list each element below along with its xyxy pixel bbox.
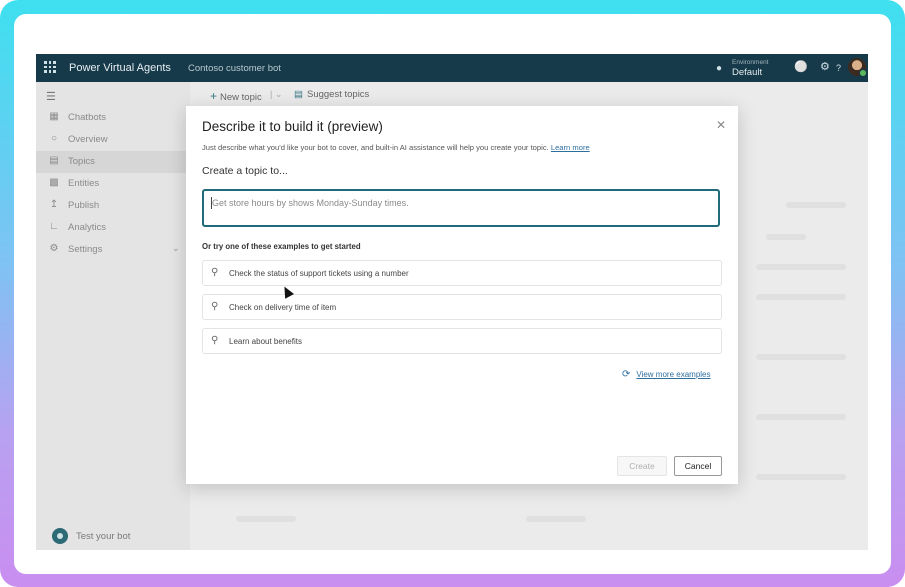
view-more-examples-link[interactable]: ⟳ View more examples: [622, 369, 711, 380]
sidebar-item-label: Topics: [68, 156, 95, 167]
dialog-title: Describe it to build it (preview): [202, 119, 383, 134]
chatbots-icon: ▦: [49, 111, 59, 122]
describe-topic-dialog: Describe it to build it (preview) ✕ Just…: [186, 106, 738, 484]
chat-bot-icon: [52, 528, 68, 544]
presence-dot: [859, 69, 867, 77]
environment-icon: ●: [716, 63, 723, 74]
plus-icon: +: [210, 89, 218, 103]
help-icon[interactable]: ?: [836, 62, 841, 74]
test-bot-label: Test your bot: [76, 531, 131, 542]
dialog-description: Just describe what you'd like your bot t…: [202, 143, 590, 152]
background-row: [756, 474, 846, 480]
sidebar-item-publish[interactable]: ↥ Publish: [36, 195, 190, 217]
background-row: [756, 414, 846, 420]
gradient-frame: Power Virtual Agents Contoso customer bo…: [0, 0, 905, 587]
hamburger-menu-icon[interactable]: ☰: [46, 90, 56, 103]
new-topic-label: New topic: [220, 92, 262, 103]
top-bar: Power Virtual Agents Contoso customer bo…: [36, 54, 868, 82]
suggest-topics-label: Suggest topics: [306, 89, 370, 100]
sidebar: ☰ ▦ Chatbots ○ Overview ▤ Topics ▩ Entit…: [36, 82, 190, 550]
example-suggestion[interactable]: ⚲ Learn about benefits: [202, 328, 722, 354]
background-row: [766, 234, 806, 240]
sidebar-item-settings[interactable]: ⚙ Settings ⌄: [36, 239, 190, 261]
settings-icon: ⚙: [49, 243, 59, 254]
background-row: [786, 202, 846, 208]
sidebar-item-label: Overview: [68, 134, 108, 145]
sidebar-item-label: Entities: [68, 178, 100, 189]
view-more-label: View more examples: [636, 370, 711, 379]
create-topic-heading: Create a topic to...: [202, 165, 288, 177]
topic-description-input[interactable]: Get store hours by shows Monday-Sunday t…: [202, 189, 720, 227]
lightbulb-icon: ⚲: [211, 267, 219, 278]
examples-heading: Or try one of these examples to get star…: [202, 242, 361, 251]
environment-label: Environment: [732, 59, 769, 66]
sidebar-item-label: Analytics: [68, 222, 107, 233]
command-bar: + New topic | ⌄ ▤ Suggest topics: [190, 82, 868, 106]
cancel-button[interactable]: Cancel: [674, 456, 722, 476]
app-name[interactable]: Power Virtual Agents: [69, 62, 171, 74]
gear-icon[interactable]: ⚙: [820, 61, 830, 73]
publish-icon: ↥: [49, 199, 59, 210]
suggest-topics-button[interactable]: ▤ Suggest topics: [294, 89, 369, 100]
learn-more-link[interactable]: Learn more: [551, 143, 590, 152]
lightbulb-icon: ⚲: [211, 335, 219, 346]
create-button[interactable]: Create: [617, 456, 667, 476]
sidebar-item-label: Publish: [68, 200, 100, 211]
example-label: Check on delivery time of item: [229, 303, 337, 312]
bot-name[interactable]: Contoso customer bot: [188, 63, 281, 74]
input-placeholder: Get store hours by shows Monday-Sunday t…: [212, 198, 409, 208]
chevron-down-icon: ⌄: [172, 243, 180, 253]
avatar[interactable]: [848, 58, 867, 77]
overview-icon: ○: [50, 133, 58, 144]
dropdown-chevron-icon[interactable]: | ⌄: [270, 89, 282, 100]
sidebar-item-topics[interactable]: ▤ Topics: [36, 151, 190, 173]
description-text: Just describe what you'd like your bot t…: [202, 143, 549, 152]
example-suggestion[interactable]: ⚲ Check on delivery time of item: [202, 294, 722, 320]
sidebar-item-label: Chatbots: [68, 112, 107, 123]
close-icon[interactable]: ✕: [716, 118, 726, 132]
example-label: Check the status of support tickets usin…: [229, 269, 409, 278]
refresh-icon: ⟳: [622, 369, 631, 380]
waffle-icon[interactable]: [44, 61, 56, 73]
topics-icon: ▤: [49, 155, 59, 166]
sidebar-item-analytics[interactable]: ∟ Analytics: [36, 217, 190, 239]
analytics-icon: ∟: [49, 221, 59, 232]
new-topic-button[interactable]: + New topic: [210, 89, 262, 103]
lightbulb-icon: ⚲: [211, 301, 219, 312]
environment-value: Default: [732, 67, 763, 78]
sidebar-item-chatbots[interactable]: ▦ Chatbots: [36, 107, 190, 129]
example-suggestion[interactable]: ⚲ Check the status of support tickets us…: [202, 260, 722, 286]
screenshot-container: Power Virtual Agents Contoso customer bo…: [14, 14, 891, 574]
bell-icon[interactable]: ⚪: [794, 61, 808, 73]
suggest-icon: ▤: [294, 89, 303, 100]
sidebar-item-label: Settings: [68, 244, 103, 255]
background-row: [236, 516, 296, 522]
sidebar-item-overview[interactable]: ○ Overview: [36, 129, 190, 151]
background-row: [756, 264, 846, 270]
sidebar-item-entities[interactable]: ▩ Entities: [36, 173, 190, 195]
environment-picker[interactable]: ● Environment Default: [716, 59, 778, 79]
example-label: Learn about benefits: [229, 337, 302, 346]
background-row: [756, 354, 846, 360]
background-row: [526, 516, 586, 522]
entities-icon: ▩: [49, 177, 59, 188]
background-row: [756, 294, 846, 300]
